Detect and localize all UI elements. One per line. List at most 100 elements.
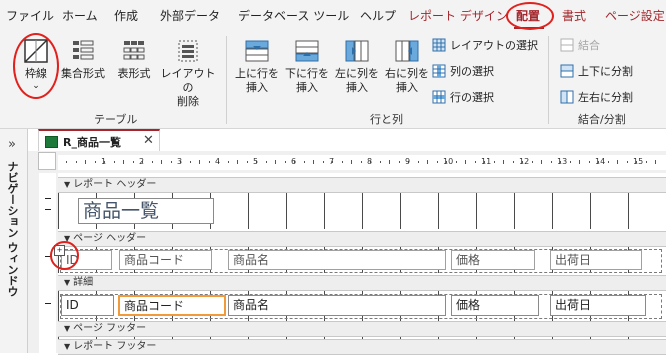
vertical-ruler <box>39 173 56 353</box>
tabular-layout-icon <box>123 41 145 60</box>
ruler-tick <box>75 161 77 163</box>
ruler-tick <box>351 160 352 164</box>
stacked-layout-icon <box>73 40 94 60</box>
ruler-tick <box>569 161 571 163</box>
ruler-tick <box>379 161 381 163</box>
ruler-number: 2 <box>139 157 145 166</box>
field-product-name[interactable]: 商品名 <box>228 295 446 316</box>
expand-nav-icon[interactable]: » <box>8 137 16 152</box>
merge-label: 結合 <box>578 39 600 52</box>
navigation-pane-label: ナビゲーション ウィンドウ <box>6 161 19 297</box>
merge-icon <box>560 38 574 52</box>
tab-report-product-list[interactable]: R_商品一覧 ✕ <box>38 129 160 151</box>
ruler-number: 3 <box>177 157 183 166</box>
menu-file[interactable]: ファイル <box>6 7 54 24</box>
stacked-button[interactable]: 集合形式 <box>58 38 108 81</box>
ruler-tick <box>132 161 134 163</box>
ruler-tick <box>645 161 647 163</box>
section-bar-report-header[interactable]: ▼ レポート ヘッダー <box>58 177 666 193</box>
section-collapse-icon: ▼ <box>64 234 71 243</box>
table-group-label: テーブル <box>94 113 138 126</box>
split-horizontal-button[interactable]: 左右に分割 <box>560 89 633 105</box>
gridlines-icon <box>24 39 48 63</box>
ruler-tick <box>436 161 438 163</box>
insert-left-button[interactable]: 左に列を 挿入 <box>332 38 382 95</box>
insert-right-label-1: 右に列を <box>385 67 429 80</box>
insert-row-above-icon <box>245 40 269 62</box>
ruler-tick <box>208 161 210 163</box>
section-bar-detail[interactable]: ▼ 詳細 <box>58 275 666 291</box>
tabular-button[interactable]: 表形式 <box>112 38 156 81</box>
insert-above-button[interactable]: 上に行を 挿入 <box>232 38 282 95</box>
section-collapse-icon: ▼ <box>64 278 71 287</box>
ruler-tick <box>161 160 162 164</box>
header-label-id[interactable]: ID <box>61 250 112 270</box>
merge-split-group-label: 結合/分割 <box>578 113 626 126</box>
header-label-price[interactable]: 価格 <box>451 250 535 270</box>
ruler-number: 5 <box>253 157 259 166</box>
menu-bar: ファイル ホーム 作成 外部データ データベース ツール ヘルプ レポート デザ… <box>0 0 666 30</box>
select-column-button[interactable]: 列の選択 <box>432 63 494 79</box>
split-vertical-label: 上下に分割 <box>578 65 633 78</box>
select-row-icon <box>432 90 446 104</box>
insert-above-label-2: 挿入 <box>246 81 268 94</box>
group-separator <box>548 36 549 124</box>
menu-database-tools[interactable]: データベース ツール <box>238 7 349 24</box>
menu-page-setup[interactable]: ページ設定 <box>605 7 665 24</box>
ruler-tick <box>512 161 514 163</box>
close-icon[interactable]: ✕ <box>143 133 154 148</box>
ruler-number: 10 <box>443 157 454 166</box>
report-canvas: ▼ レポート ヘッダー 商品一覧 ▼ ページ ヘッダー ID 商品コード 商品名 価… <box>54 173 666 355</box>
header-label-product-code[interactable]: 商品コード <box>119 250 212 270</box>
gridlines-button[interactable]: 枠線 ⌄ <box>16 38 56 91</box>
report-title-label[interactable]: 商品一覧 <box>78 198 214 224</box>
ruler-mark <box>45 198 51 199</box>
ruler-tick <box>531 161 533 163</box>
insert-right-button[interactable]: 右に列を 挿入 <box>382 38 432 95</box>
menu-external-data[interactable]: 外部データ <box>160 7 220 24</box>
ruler-tick <box>617 160 618 164</box>
menu-format[interactable]: 書式 <box>562 7 586 24</box>
ruler-tick <box>579 160 580 164</box>
select-layout-button[interactable]: レイアウトの選択 <box>432 37 538 53</box>
merge-button[interactable]: 結合 <box>560 37 600 53</box>
section-collapse-icon: ▼ <box>64 324 71 333</box>
field-ship-date[interactable]: 出荷日 <box>550 295 646 316</box>
horizontal-ruler: 1 2 3 4 5 6 7 8 9 10 11 12 13 14 15 <box>58 155 666 170</box>
header-label-ship-date[interactable]: 出荷日 <box>550 250 642 270</box>
insert-below-button[interactable]: 下に行を 挿入 <box>282 38 332 95</box>
menu-help[interactable]: ヘルプ <box>360 7 396 24</box>
remove-layout-icon <box>178 40 198 62</box>
section-bar-page-footer[interactable]: ▼ ページ フッター <box>58 321 666 337</box>
menu-arrange[interactable]: 配置 <box>516 7 540 24</box>
tab-title: R_商品一覧 <box>63 136 121 149</box>
menu-home[interactable]: ホーム <box>62 7 98 24</box>
ruler-number: 12 <box>519 157 530 166</box>
layout-move-handle[interactable]: + <box>54 245 65 256</box>
report-selector[interactable] <box>38 152 56 170</box>
insert-left-label-1: 左に列を <box>335 67 379 80</box>
split-vertical-button[interactable]: 上下に分割 <box>560 63 633 79</box>
header-label-product-name[interactable]: 商品名 <box>228 250 446 270</box>
ruler-number: 11 <box>481 157 492 166</box>
select-column-icon <box>432 64 446 78</box>
remove-layout-button[interactable]: レイアウトの 削除 <box>158 38 218 109</box>
insert-right-label-2: 挿入 <box>396 81 418 94</box>
ruler-tick <box>465 160 466 164</box>
remove-layout-label-2: 削除 <box>177 95 199 108</box>
ruler-tick <box>322 161 324 163</box>
select-layout-icon <box>432 38 446 52</box>
menu-create[interactable]: 作成 <box>114 7 138 24</box>
field-price[interactable]: 価格 <box>451 295 539 316</box>
ruler-tick <box>66 161 67 163</box>
field-product-code[interactable]: 商品コード <box>118 295 226 316</box>
insert-below-label-1: 下に行を <box>285 67 329 80</box>
section-bar-page-header[interactable]: ▼ ページ ヘッダー <box>58 231 666 247</box>
ruler-number: 13 <box>557 157 568 166</box>
navigation-pane[interactable]: » ナビゲーション ウィンドウ <box>0 129 28 353</box>
stacked-label: 集合形式 <box>61 67 105 80</box>
menu-report-design[interactable]: レポート デザイン <box>408 7 508 24</box>
ruler-tick <box>94 161 96 163</box>
select-row-button[interactable]: 行の選択 <box>432 89 494 105</box>
field-id[interactable]: ID <box>61 295 114 316</box>
